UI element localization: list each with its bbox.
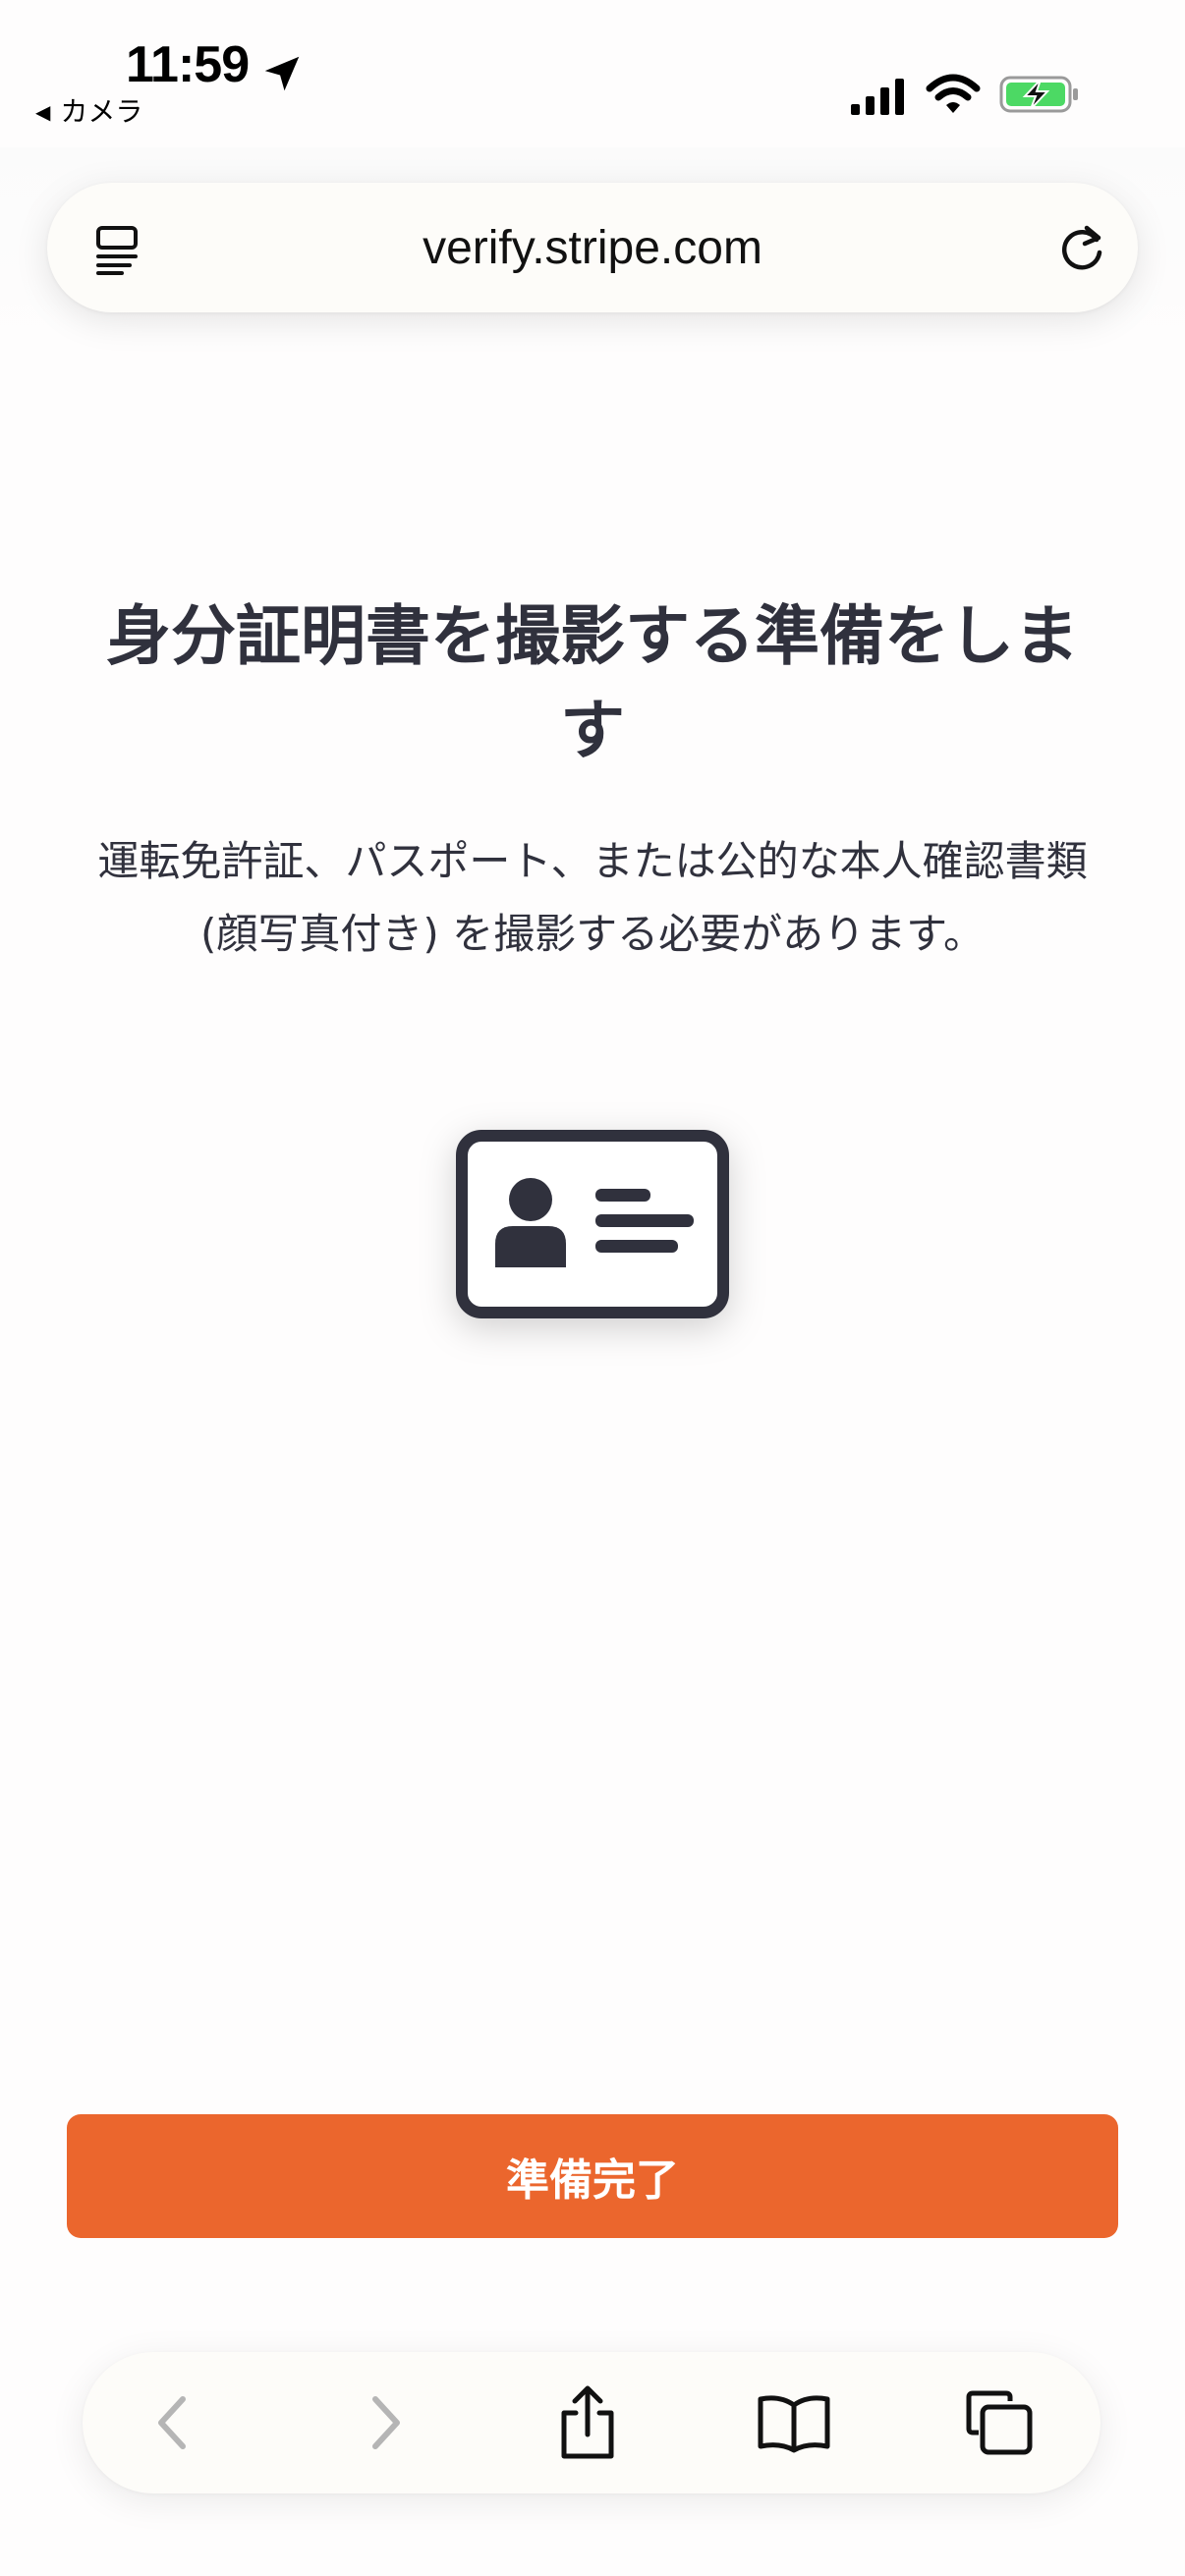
wifi-icon [926,74,981,113]
tabs-icon [966,2390,1033,2455]
status-time: 11:59 [126,36,250,93]
back-triangle-icon: ◀ [35,100,51,124]
ready-button[interactable]: 準備完了 [67,2114,1118,2238]
url-text[interactable]: verify.stripe.com [47,220,1138,277]
browser-address-area: verify.stripe.com [0,147,1185,354]
address-bar[interactable]: verify.stripe.com [47,183,1138,312]
battery-charging-icon [999,76,1078,113]
back-app-label: カメラ [60,95,143,128]
share-icon [561,2385,614,2459]
forward-button[interactable] [346,2383,424,2462]
page-heading: 身分証明書を撮影する準備をします [106,598,1079,768]
cellular-signal-icon [851,79,904,115]
bookmarks-icon [758,2395,830,2453]
tabs-button[interactable] [961,2383,1040,2462]
status-bar: 11:59 ◀ カメラ [0,0,1185,147]
forward-icon [372,2396,400,2449]
share-button[interactable] [548,2383,627,2462]
bookmarks-button[interactable] [755,2383,833,2462]
location-arrow-icon [264,56,300,91]
back-button[interactable] [134,2383,212,2462]
page-description: 運転免許証、パスポート、または公的な本人確認書類 (顔写真付き) を撮影する必要… [97,837,1088,958]
reload-icon[interactable] [1053,220,1110,277]
id-card-icon [456,1130,729,1318]
back-icon [158,2396,186,2449]
browser-toolbar [83,2352,1100,2493]
back-to-app-button[interactable]: ◀ カメラ [35,98,142,126]
